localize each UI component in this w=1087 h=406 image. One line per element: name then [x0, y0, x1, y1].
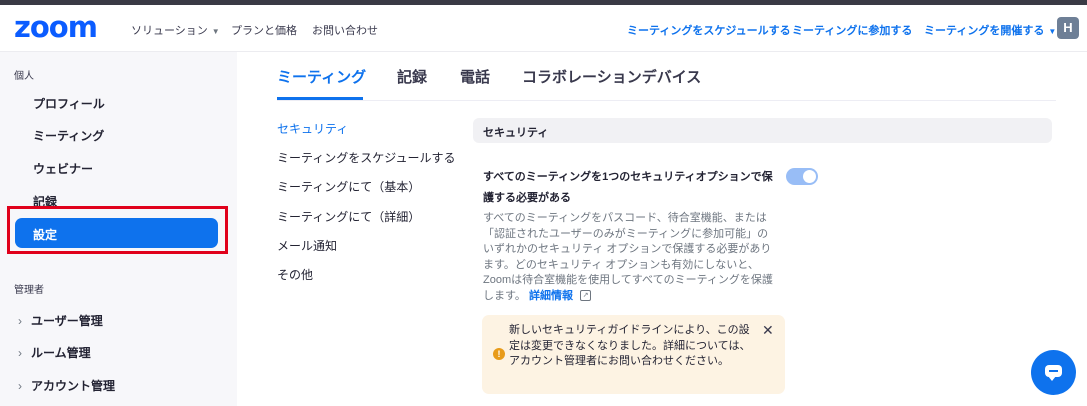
avatar[interactable]: H [1057, 17, 1079, 39]
sidebar-item-profile[interactable]: プロフィール [33, 95, 105, 112]
nav-plans-pricing[interactable]: プランと価格 [231, 22, 297, 38]
caret-down-icon: ▼ [1048, 27, 1057, 36]
sidebar-item-label: ユーザー管理 [31, 314, 103, 328]
tab-collaboration-devices[interactable]: コラボレーションデバイス [522, 66, 701, 87]
header: zoom ソリューション ▼ プランと価格 お問い合わせ ミーティングをスケジュー… [0, 5, 1087, 52]
tab-meetings[interactable]: ミーティング [277, 66, 366, 87]
chat-icon-tail [1048, 376, 1056, 381]
chat-button[interactable] [1031, 350, 1076, 395]
sidebar-item-account-management[interactable]: › アカウント管理 [18, 377, 115, 394]
sidebar-item-room-management[interactable]: › ルーム管理 [18, 344, 91, 361]
nav-host-meeting-label: ミーティングを開催する [924, 25, 1045, 37]
chevron-right-icon: › [18, 314, 22, 328]
sidebar-item-meetings[interactable]: ミーティング [33, 127, 104, 144]
caret-down-icon: ▼ [211, 27, 220, 36]
sidebar-admin-title: 管理者 [14, 285, 44, 296]
learn-more-link[interactable]: 詳細情報 [529, 290, 573, 302]
sidebar-item-user-management[interactable]: › ユーザー管理 [18, 312, 103, 329]
subnav-schedule-meeting[interactable]: ミーティングをスケジュールする [277, 149, 455, 166]
setting-description: すべてのミーティングをパスコード、待合室機能、または「認証されたユーザーのみがミ… [483, 211, 773, 304]
nav-solutions[interactable]: ソリューション ▼ [131, 22, 220, 38]
chat-icon-line [1049, 370, 1058, 372]
close-icon[interactable]: ✕ [762, 322, 774, 339]
nav-schedule-meeting[interactable]: ミーティングをスケジュールする [627, 22, 791, 38]
tab-recordings[interactable]: 記録 [397, 66, 427, 87]
section-header: セキュリティ [473, 118, 1052, 143]
nav-contact[interactable]: お問い合わせ [312, 22, 378, 38]
section-header-label: セキュリティ [483, 127, 549, 139]
nav-solutions-label: ソリューション [131, 25, 208, 37]
subnav-in-meeting-advanced[interactable]: ミーティングにて（詳細） [277, 208, 420, 225]
notice-banner: ! 新しいセキュリティガイドラインにより、この設定は変更できなくなりました。詳細… [482, 315, 785, 394]
highlight-box [7, 206, 228, 254]
security-toggle[interactable] [786, 168, 818, 185]
tab-phone[interactable]: 電話 [460, 66, 490, 87]
external-link-icon: ↗ [580, 290, 592, 302]
warning-icon: ! [493, 348, 505, 360]
subnav-security[interactable]: セキュリティ [277, 120, 348, 137]
sidebar: 個人 プロフィール ミーティング ウェビナー 記録 設定 管理者 › ユーザー管理… [0, 52, 237, 406]
sidebar-personal-title: 個人 [14, 71, 34, 82]
notice-text: 新しいセキュリティガイドラインにより、この設定は変更できなくなりました。詳細につ… [509, 324, 751, 367]
zoom-logo[interactable]: zoom [14, 13, 98, 42]
setting-title: すべてのミーティングを1つのセキュリティオプションで保護する必要がある [483, 171, 773, 204]
sidebar-item-label: ルーム管理 [31, 346, 91, 360]
sidebar-item-label: アカウント管理 [31, 379, 116, 393]
chevron-right-icon: › [18, 346, 22, 360]
chevron-right-icon: › [18, 379, 22, 393]
nav-join-meeting[interactable]: ミーティングに参加する [792, 22, 912, 38]
sidebar-item-webinars[interactable]: ウェビナー [33, 160, 93, 177]
subnav-other[interactable]: その他 [277, 266, 313, 283]
nav-host-meeting[interactable]: ミーティングを開催する ▼ [924, 22, 1056, 38]
setting-description-text: すべてのミーティングをパスコード、待合室機能、または「認証されたユーザーのみがミ… [483, 212, 773, 302]
subnav-email-notification[interactable]: メール通知 [277, 237, 337, 254]
subnav-in-meeting-basic[interactable]: ミーティングにて（基本） [277, 178, 420, 195]
tab-divider [277, 100, 1056, 101]
toggle-knob [803, 170, 816, 183]
